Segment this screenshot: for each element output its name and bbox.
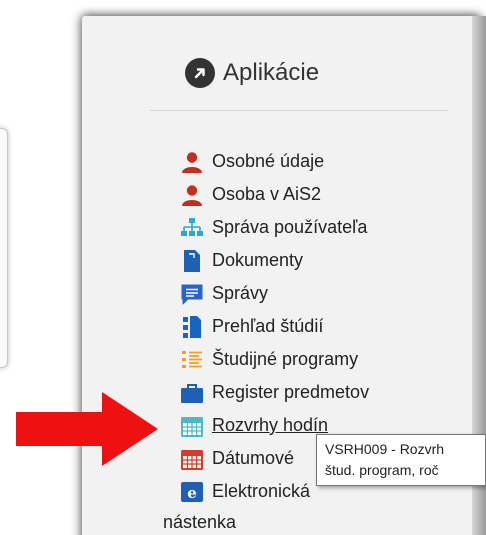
header-divider xyxy=(150,110,448,111)
e-icon: e xyxy=(181,481,203,502)
tooltip: VSRH009 - Rozvrh štud. program, roč xyxy=(316,434,486,486)
menu-item-label: Správa používateľa xyxy=(212,217,368,237)
menu-item-osobne-udaje[interactable]: Osobné údaje xyxy=(180,145,369,178)
menu-item-label: Správy xyxy=(212,283,269,303)
document-icon xyxy=(184,249,200,272)
briefcase-icon xyxy=(181,383,203,403)
menu-item-prehlad-studii[interactable]: Prehľad štúdií xyxy=(180,310,369,343)
tooltip-line: štud. program, roč xyxy=(325,462,439,478)
calendar-icon xyxy=(181,449,203,470)
svg-text:e: e xyxy=(187,484,197,502)
menu-item-register-predmetov[interactable]: Register predmetov xyxy=(180,376,369,409)
calendar-icon xyxy=(181,416,203,437)
menu-item-studijne-programy[interactable]: Študijné programy xyxy=(180,343,369,376)
menu-item-label: Register predmetov xyxy=(212,382,370,402)
list-icon xyxy=(183,315,201,338)
list-icon xyxy=(182,350,202,368)
menu-item-label: Študijné programy xyxy=(212,349,359,369)
sitemap-icon xyxy=(181,217,203,236)
menu-item-label: Osobné údaje xyxy=(212,151,325,171)
menu-item-label: Dokumenty xyxy=(212,250,304,270)
message-icon xyxy=(181,284,203,304)
user-icon xyxy=(182,184,202,206)
menu-item-sprava-pouzivatela[interactable]: Správa používateľa xyxy=(180,211,369,244)
background-window-edge xyxy=(0,128,8,368)
red-arrow-icon xyxy=(16,392,158,466)
menu-item-label-continuation: nástenka xyxy=(163,512,237,532)
arrow-up-right-circle-icon xyxy=(185,58,215,88)
applications-header: Aplikácie xyxy=(185,58,319,88)
menu-item-osoba-v-ais2[interactable]: Osoba v AiS2 xyxy=(180,178,369,211)
menu-item-label: Elektronická xyxy=(212,481,311,501)
menu-item-label: Osoba v AiS2 xyxy=(212,184,322,204)
user-icon xyxy=(182,151,202,173)
menu-item-label: Prehľad štúdií xyxy=(212,316,324,336)
page-title: Aplikácie xyxy=(223,59,320,86)
menu-item-dokumenty[interactable]: Dokumenty xyxy=(180,244,369,277)
tooltip-line: VSRH009 - Rozvrh xyxy=(325,441,445,457)
menu-item-label: Rozvrhy hodín xyxy=(212,415,329,435)
menu-item-spravy[interactable]: Správy xyxy=(180,277,369,310)
menu-item-label: Dátumové xyxy=(212,448,295,468)
